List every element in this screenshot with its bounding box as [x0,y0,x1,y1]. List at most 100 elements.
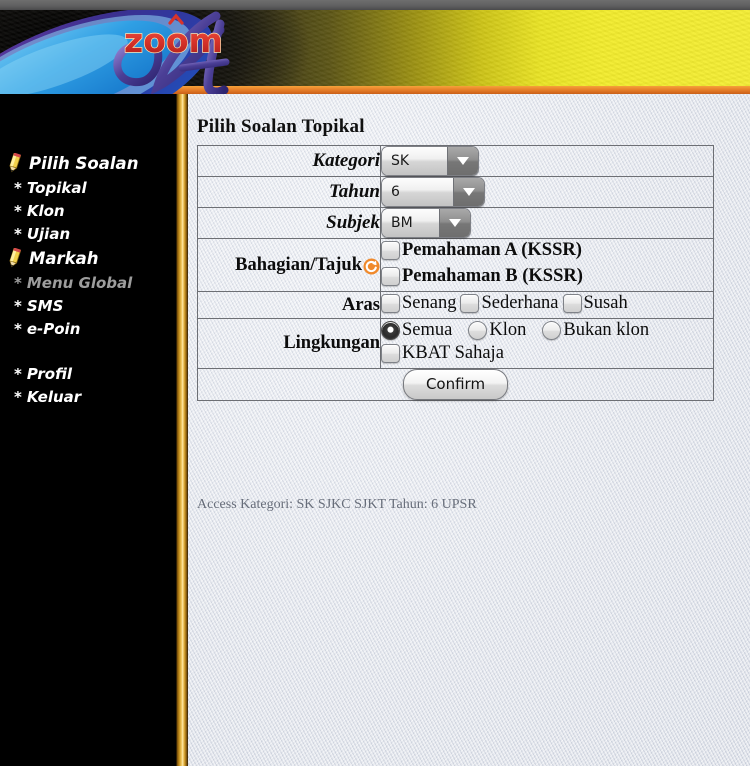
checkbox-senang[interactable]: Senang [381,293,456,314]
sidebar-item-label: Profil [26,364,73,383]
subjek-select-value: BM [382,209,439,237]
chevron-down-icon [439,209,470,237]
checkbox-susah[interactable]: Susah [562,293,628,314]
form-row-actions: Confirm [197,368,714,401]
kategori-select-value: SK [382,147,447,175]
cell-aras: Senang Sederhana Susah [380,291,714,319]
star-bullet-icon: * [14,319,22,338]
lingkungan-radio-group: Semua Klon Bukan klon [381,319,713,342]
star-bullet-icon: * [14,224,22,243]
cell-lingkungan: Semua Klon Bukan klon KBAT Sahaja [380,318,714,369]
checkbox-pemahaman-b[interactable]: Pemahaman B (KSSR) [381,266,583,287]
radio-semua[interactable]: Semua [381,320,452,341]
app-window: zoom Pilih Soalan * Topikal * Klon * Uji… [0,0,750,766]
tahun-select[interactable]: 6 [381,177,485,207]
form-row-kategori: Kategori SK [197,145,714,177]
checkbox-pemahaman-a[interactable]: Pemahaman A (KSSR) [381,240,582,261]
sidebar-item-keluar[interactable]: * Keluar [0,385,178,408]
checkbox-label: Susah [583,293,628,313]
cell-actions: Confirm [197,368,714,401]
checkbox-box [381,294,400,313]
cell-tahun: 6 [380,176,714,208]
access-note: Access Kategori: SK SJKC SJKT Tahun: 6 U… [197,497,477,512]
radio-box [381,321,400,340]
zooma-wordmark: zoom [108,8,258,97]
subjek-select[interactable]: BM [381,208,471,238]
radio-bukan-klon[interactable]: Bukan klon [542,320,649,341]
form-row-aras: Aras Senang Sederhana Susah [197,291,714,319]
radio-label: Bukan klon [563,320,650,340]
sidebar-item-label: Klon [26,201,65,220]
sidebar-item-profil[interactable]: * Profil [0,362,178,385]
label-lingkungan: Lingkungan [197,318,381,369]
kategori-select[interactable]: SK [381,146,479,176]
label-aras: Aras [197,291,381,319]
checkbox-label: Senang [402,293,457,313]
sidebar-item-klon[interactable]: * Klon [0,199,178,222]
sidebar-item-label: Pilih Soalan [29,153,139,173]
pencil-icon [6,247,22,268]
star-bullet-icon: * [14,364,22,383]
sidebar-item-sms[interactable]: * SMS [0,294,178,317]
checkbox-box [381,241,400,260]
radio-box [468,321,488,340]
refresh-icon[interactable] [363,258,380,275]
svg-text:zoom: zoom [124,21,223,60]
menu-spacer [0,340,178,362]
star-bullet-icon: * [14,201,22,220]
chevron-down-icon [447,147,478,175]
star-bullet-icon: * [14,273,22,292]
top-chrome-strip [0,0,750,10]
checkbox-box [381,344,400,363]
star-bullet-icon: * [14,387,22,406]
checkbox-label: KBAT Sahaja [402,343,504,363]
pencil-icon [6,152,22,173]
checkbox-kbat-sahaja[interactable]: KBAT Sahaja [381,343,504,364]
form-row-bahagian: Bahagian/Tajuk Pemahaman A (KSSR) Pemaha… [197,238,714,292]
sidebar-item-topikal[interactable]: * Topikal [0,176,178,199]
content-panel: Pilih Soalan Topikal Kategori SK Tahun 6… [188,94,750,766]
sidebar-item-label: SMS [26,296,64,315]
sidebar-menu: Pilih Soalan * Topikal * Klon * Ujian Ma… [0,94,178,408]
sidebar: Pilih Soalan * Topikal * Klon * Ujian Ma… [0,94,178,766]
cell-bahagian: Pemahaman A (KSSR) Pemahaman B (KSSR) [380,238,714,292]
cell-subjek: BM [380,207,714,239]
cell-kategori: SK [380,145,714,177]
sidebar-item-e-poin[interactable]: * e-Poin [0,317,178,340]
star-bullet-icon: * [14,296,22,315]
content-inner: Pilih Soalan Topikal Kategori SK Tahun 6… [188,94,750,401]
label-bahagian: Bahagian/Tajuk [197,238,381,292]
sidebar-item-menu-global[interactable]: * Menu Global [0,271,178,294]
radio-label: Semua [402,320,453,340]
form-row-subjek: Subjek BM [197,207,714,239]
label-subjek: Subjek [197,207,381,239]
sidebar-item-label: Ujian [26,224,71,243]
sidebar-item-label: Keluar [26,387,82,406]
sidebar-item-pilih-soalan[interactable]: Pilih Soalan [0,150,178,176]
form-row-tahun: Tahun 6 [197,176,714,208]
sidebar-item-markah[interactable]: Markah [0,245,178,271]
checkbox-box [562,294,582,313]
radio-box [542,321,562,340]
form-row-lingkungan: Lingkungan Semua Klon Bukan klon KBAT Sa… [197,318,714,369]
chevron-down-icon [453,178,484,206]
sidebar-item-ujian[interactable]: * Ujian [0,222,178,245]
tahun-select-value: 6 [382,178,453,206]
checkbox-label: Pemahaman B (KSSR) [402,266,583,286]
page-title: Pilih Soalan Topikal [197,116,365,137]
sidebar-item-label: e-Poin [26,319,81,338]
confirm-button[interactable]: Confirm [402,369,509,400]
radio-label: Klon [489,320,527,340]
sidebar-item-label: Markah [29,248,99,268]
checkbox-box [460,294,480,313]
checkbox-label: Sederhana [481,293,559,313]
checkbox-label: Pemahaman A (KSSR) [402,240,582,260]
star-bullet-icon: * [14,178,22,197]
checkbox-box [381,267,400,286]
topical-question-form: Kategori SK Tahun 6 Subjek BM Bahagian/T… [197,145,714,401]
label-kategori: Kategori [197,145,381,177]
radio-klon[interactable]: Klon [468,320,526,341]
checkbox-sederhana[interactable]: Sederhana [460,293,559,314]
label-bahagian-text: Bahagian/Tajuk [235,254,362,275]
sidebar-gold-divider [176,94,188,766]
